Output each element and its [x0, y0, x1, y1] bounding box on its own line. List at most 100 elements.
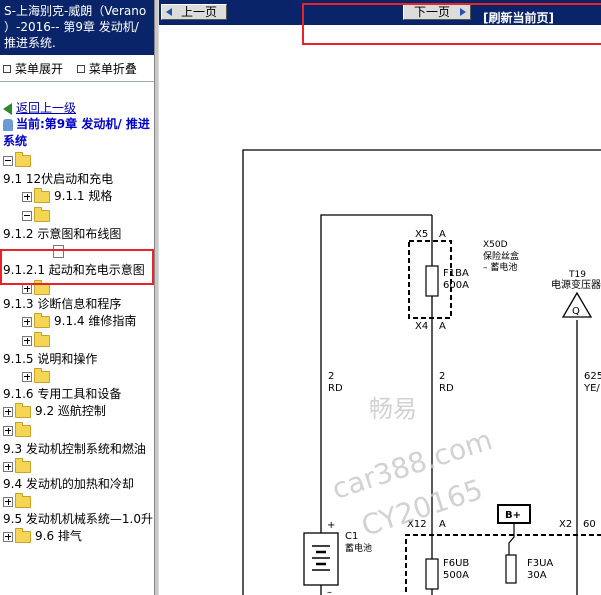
expand-icon	[22, 283, 32, 294]
folder-icon	[15, 402, 31, 418]
folder-icon	[15, 457, 31, 473]
tree-item-label: 9.1.4 维修指南	[54, 314, 137, 328]
back-arrow-icon	[3, 102, 12, 115]
nav-buttons-highlight	[302, 3, 601, 45]
tree-toggle-9-1-5[interactable]	[22, 331, 54, 348]
tree-item-9-5[interactable]: 9.5 发动机机械系统—1.0升	[3, 511, 153, 527]
fuse-f6ub-rating: 500A	[443, 570, 469, 581]
battery-c1-desc: 蓄电池	[345, 542, 372, 554]
tree-item-9-1-3[interactable]: 9.1.3 诊断信息和程序	[3, 296, 121, 312]
manual-title: S-上海别克-威朗（Verano ）-2016-- 第9章 发动机/ 推进系统.	[0, 0, 154, 55]
fuse-f6ub-name: F6UB	[443, 558, 469, 569]
wire3-size: 625	[584, 371, 601, 382]
folder-icon	[15, 527, 31, 543]
expand-square-icon	[3, 65, 11, 73]
tree-item-label: 9.1.6 专用工具和设备	[3, 387, 122, 401]
tree-item-9-3[interactable]: 9.3 发动机控制系统和燃油	[3, 441, 146, 457]
tree-toggle-9-5[interactable]	[3, 492, 35, 509]
expand-icon	[3, 406, 13, 417]
battery-plus: +	[327, 520, 335, 531]
tree-toggle-9-1-6[interactable]	[22, 367, 54, 384]
expand-icon	[3, 425, 13, 436]
fuse-f1ba-symbol	[425, 265, 439, 297]
tree-item-9-1[interactable]: 9.1 12伏启动和充电	[3, 171, 113, 187]
tree-item-9-6[interactable]: 9.6 排气	[3, 527, 82, 544]
folder-icon	[15, 421, 31, 437]
prev-page-button[interactable]: 上一页	[161, 4, 227, 20]
expand-icon	[3, 531, 13, 542]
tree-toggle-9-1-2[interactable]	[22, 206, 54, 223]
back-link[interactable]: 返回上一级	[3, 99, 76, 116]
current-chapter-label: 当前:第9章 发动机/ 推进系统	[3, 117, 150, 148]
tree-item-9-1-5[interactable]: 9.1.5 说明和操作	[3, 351, 97, 367]
collapse-icon	[22, 210, 32, 221]
wire2-color: RD	[439, 383, 454, 394]
x12-pin: A	[439, 519, 446, 530]
tree-item-9-1-1[interactable]: 9.1.1 规格	[22, 187, 113, 204]
fuse-f1ba-rating: 600A	[443, 280, 469, 291]
menu-expand-label: 菜单展开	[15, 62, 64, 76]
fuse-f3ua-name: F3UA	[527, 558, 553, 569]
current-location-icon	[3, 118, 13, 131]
tree-item-label: 9.2 巡航控制	[35, 404, 106, 418]
fuse-f3ua-rating: 30A	[527, 570, 547, 581]
tree-toggle-root[interactable]	[3, 151, 35, 168]
folder-icon	[34, 312, 50, 328]
fuse-f6ub-symbol	[425, 558, 439, 590]
tree-item-label: 9.1.5 说明和操作	[3, 352, 98, 366]
battery-c1-label: C1	[345, 531, 358, 542]
tree-item-9-1-4[interactable]: 9.1.4 维修指南	[22, 312, 137, 329]
tree-item-label: 9.1.3 诊断信息和程序	[3, 297, 122, 311]
content-pane: 上一页 下一页 [刷新当前页] X5 A X50D 保险丝盒 – 蓄电池 F1B…	[159, 0, 601, 595]
tree-item-9-1-2[interactable]: 9.1.2 示意图和布线图	[3, 226, 121, 242]
x2-label: X2	[559, 519, 572, 530]
expand-icon	[22, 316, 32, 327]
wire2-size: 2	[439, 371, 445, 382]
bplus-label: B+	[505, 510, 521, 521]
t19-desc: 电源变压器	[551, 278, 601, 291]
collapse-icon	[3, 155, 13, 166]
x5-label: X5	[415, 229, 428, 240]
expand-icon	[3, 496, 13, 507]
tree-toggle-9-3[interactable]	[3, 421, 35, 438]
wire1-size: 2	[328, 371, 334, 382]
x4-pin: A	[439, 321, 446, 332]
prev-page-label: 上一页	[181, 5, 218, 19]
current-chapter: 当前:第9章 发动机/ 推进系统	[3, 116, 153, 150]
wire3-color: YE/	[583, 383, 600, 394]
folder-icon	[15, 151, 31, 167]
folder-icon	[15, 492, 31, 508]
fuse-f3ua-symbol	[505, 554, 517, 584]
tree-item-9-4[interactable]: 9.4 发动机的加热和冷却	[3, 476, 134, 492]
x2-pin: 60	[583, 519, 596, 530]
t19-label: T19	[568, 270, 586, 280]
tree-item-label: 9.1.1 规格	[54, 189, 113, 203]
x50d-desc2: – 蓄电池	[483, 261, 517, 273]
watermark: 畅易 car388.com CY20165	[328, 395, 496, 543]
t19-symbol: Q	[572, 306, 580, 317]
wiring-diagram: X5 A X50D 保险丝盒 – 蓄电池 F1BA 600A X4 A T19 …	[242, 149, 601, 595]
menu-collapse-button[interactable]: 菜单折叠	[67, 62, 137, 76]
selected-item-highlight	[0, 249, 154, 285]
tree-item-label: 9.6 排气	[35, 529, 82, 543]
folder-icon	[34, 331, 50, 347]
folder-icon	[34, 367, 50, 383]
folder-icon	[34, 187, 50, 203]
x5-pin: A	[439, 229, 446, 240]
battery-c1-symbol	[303, 532, 339, 586]
battery-minus: –	[327, 587, 332, 595]
navigation-pane: S-上海别克-威朗（Verano ）-2016-- 第9章 发动机/ 推进系统.…	[0, 0, 154, 595]
expand-icon	[22, 191, 32, 202]
tree-toggle-9-4[interactable]	[3, 457, 35, 474]
menu-expand-button[interactable]: 菜单展开	[0, 62, 63, 76]
watermark-line1: 畅易	[369, 395, 417, 423]
expand-icon	[22, 371, 32, 382]
collapse-square-icon	[76, 65, 85, 73]
tree-item-label: 9.1.2 示意图和布线图	[3, 227, 122, 241]
tree-item-9-2[interactable]: 9.2 巡航控制	[3, 402, 106, 419]
tree-item-label: 9.1 12伏启动和充电	[3, 172, 114, 186]
menu-toolbar: 菜单展开 菜单折叠	[0, 60, 154, 77]
expand-icon	[3, 461, 13, 472]
x50d-label: X50D	[483, 240, 508, 250]
tree-item-9-1-6[interactable]: 9.1.6 专用工具和设备	[3, 386, 121, 402]
